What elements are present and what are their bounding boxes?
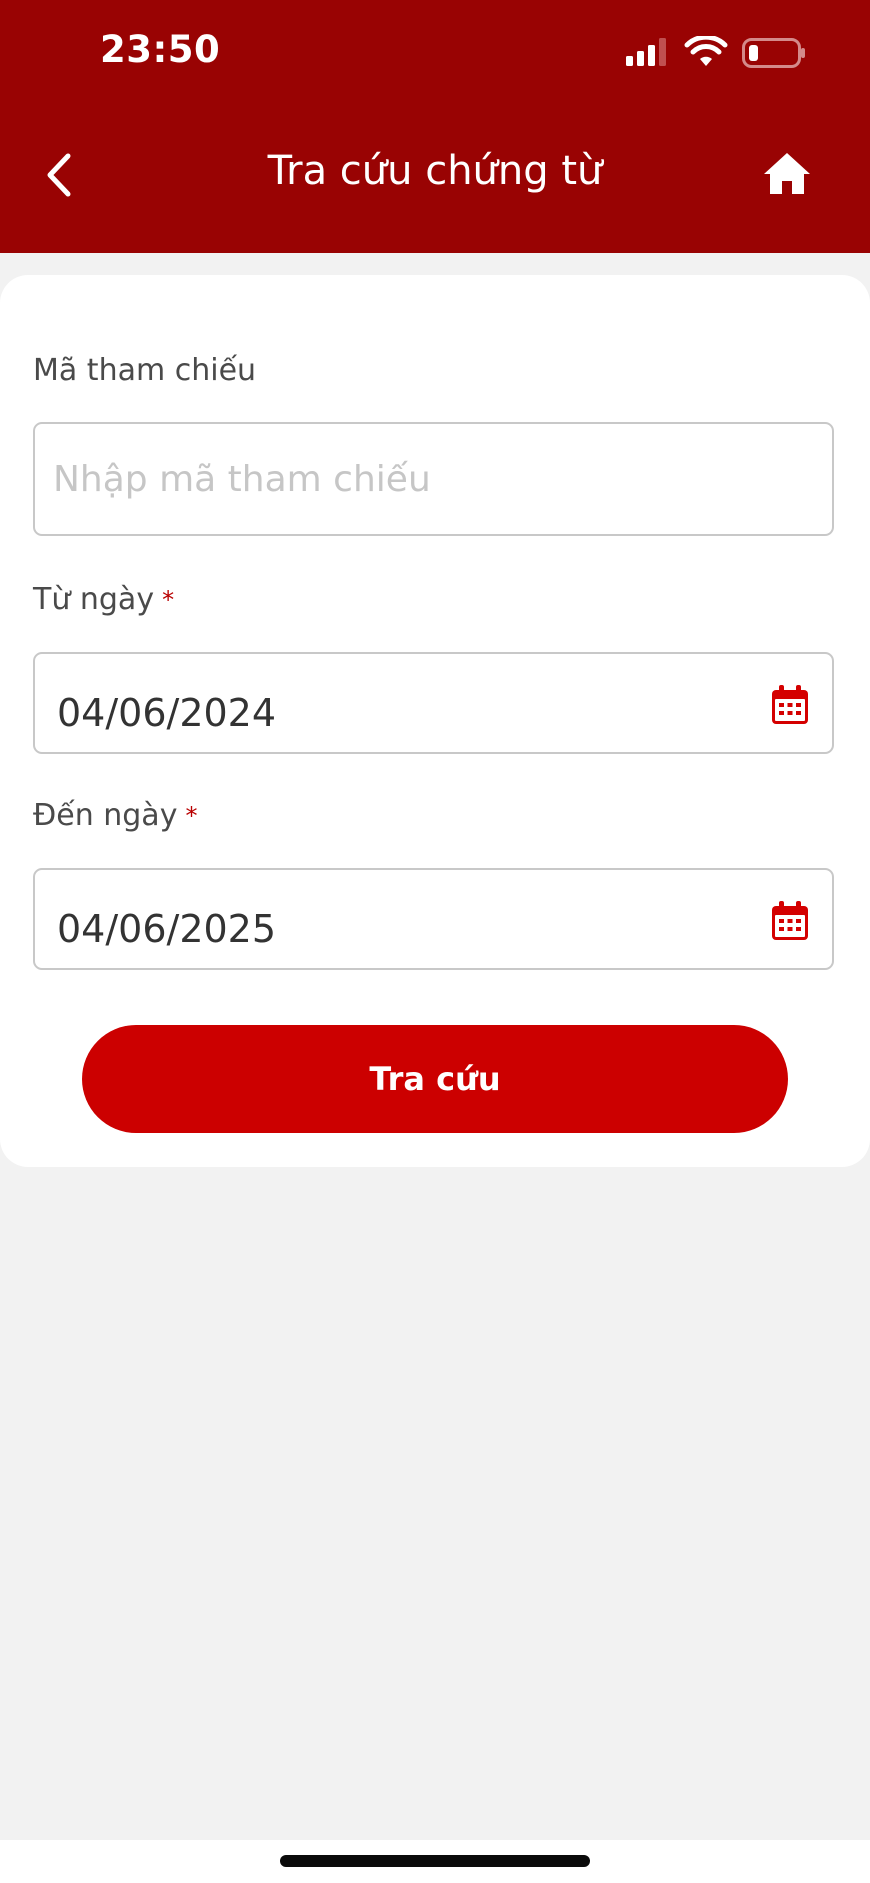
required-mark: *: [162, 586, 175, 614]
home-indicator[interactable]: [280, 1855, 590, 1867]
from-date-label: Từ ngày *: [33, 580, 174, 620]
status-time: 23:50: [100, 28, 221, 71]
to-date-value[interactable]: 04/06/2025: [57, 870, 276, 988]
reference-field[interactable]: [33, 422, 834, 536]
from-date-field[interactable]: 04/06/2024: [33, 652, 834, 754]
to-date-field[interactable]: 04/06/2025: [33, 868, 834, 970]
app-header: 23:50 Tra cứu chứng từ: [0, 0, 870, 253]
status-icons: [624, 36, 806, 70]
signal-icon: [626, 38, 666, 66]
reference-label-text: Mã tham chiếu: [33, 353, 257, 388]
wifi-icon: [684, 36, 728, 66]
battery-icon: [742, 38, 805, 68]
reference-label: Mã tham chiếu: [33, 351, 256, 391]
from-date-value[interactable]: 04/06/2024: [57, 654, 276, 772]
reference-input[interactable]: [53, 424, 793, 534]
page-title: Tra cứu chứng từ: [267, 148, 603, 194]
search-form-card: Mã tham chiếu Từ ngày* 04/06/2024 Đến ng…: [0, 275, 870, 1167]
from-date-label-text: Từ ngày: [33, 582, 155, 617]
back-button[interactable]: [36, 146, 88, 204]
home-button[interactable]: [760, 148, 814, 200]
to-date-label: Đến ngày *: [33, 796, 197, 836]
required-mark: *: [185, 802, 198, 830]
calendar-icon[interactable]: [770, 900, 810, 942]
to-date-label-text: Đến ngày: [33, 798, 178, 833]
calendar-icon[interactable]: [770, 684, 810, 726]
search-button[interactable]: Tra cứu: [82, 1025, 788, 1133]
